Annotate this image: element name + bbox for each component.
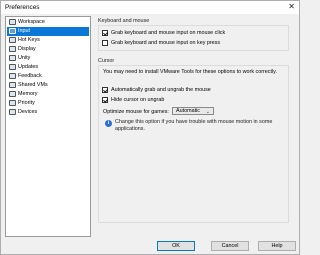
sidebar-item-hot-keys[interactable]: Hot Keys bbox=[7, 36, 89, 45]
sidebar-item-devices[interactable]: Devices bbox=[7, 108, 89, 117]
sidebar-item-label: Shared VMs bbox=[18, 82, 48, 89]
checkbox-label: Hide cursor on ungrab bbox=[111, 97, 165, 103]
sidebar-item-label: Feedback bbox=[18, 73, 42, 80]
sidebar-item-label: Devices bbox=[18, 109, 38, 116]
info-icon: i bbox=[105, 120, 112, 127]
chevron-down-icon: ⌄ bbox=[205, 108, 210, 115]
vmware-tools-message: You may need to install VMware Tools for… bbox=[103, 69, 277, 75]
help-button[interactable]: Help bbox=[258, 241, 296, 251]
priority-icon bbox=[9, 100, 16, 107]
sidebar-item-label: Display bbox=[18, 46, 36, 53]
optimize-mouse-label: Optimize mouse for games: bbox=[103, 109, 169, 115]
sidebar-item-label: Priority bbox=[18, 100, 35, 107]
shared-vms-icon bbox=[9, 82, 16, 89]
optimize-note: Change this option if you have trouble w… bbox=[115, 119, 273, 132]
updates-icon bbox=[9, 64, 16, 71]
unity-icon bbox=[9, 55, 16, 62]
checkbox-label: Grab keyboard and mouse input on key pre… bbox=[111, 40, 221, 46]
sidebar-item-priority[interactable]: Priority bbox=[7, 99, 89, 108]
checkbox-checked[interactable] bbox=[102, 87, 108, 93]
category-list[interactable]: Workspace Input Hot Keys Display Unity U… bbox=[5, 16, 91, 237]
select-value: Automatic bbox=[176, 108, 200, 114]
title-bar: Preferences ✕ bbox=[1, 1, 299, 14]
grab-on-key-checkbox[interactable]: Grab keyboard and mouse input on key pre… bbox=[102, 40, 220, 46]
hide-cursor-checkbox[interactable]: Hide cursor on ungrab bbox=[102, 97, 164, 103]
sidebar-item-updates[interactable]: Updates bbox=[7, 63, 89, 72]
sidebar-item-label: Memory bbox=[18, 91, 38, 98]
sidebar-item-feedback[interactable]: Feedback bbox=[7, 72, 89, 81]
workspace-icon bbox=[9, 19, 16, 26]
window-title: Preferences bbox=[5, 4, 40, 11]
memory-icon bbox=[9, 91, 16, 98]
checkbox-label: Grab keyboard and mouse input on mouse c… bbox=[111, 30, 226, 36]
optimize-mouse-select[interactable]: Automatic ⌄ bbox=[172, 107, 214, 115]
sidebar-item-label: Unity bbox=[18, 55, 31, 62]
hotkeys-icon bbox=[9, 37, 16, 44]
keyboard-mouse-group bbox=[98, 25, 289, 51]
sidebar-item-memory[interactable]: Memory bbox=[7, 90, 89, 99]
sidebar-item-display[interactable]: Display bbox=[7, 45, 89, 54]
keyboard-mouse-heading: Keyboard and mouse bbox=[98, 18, 150, 24]
checkbox-checked[interactable] bbox=[102, 97, 108, 103]
ok-button[interactable]: OK bbox=[157, 241, 195, 251]
sidebar-item-label: Updates bbox=[18, 64, 39, 71]
sidebar-item-label: Input bbox=[18, 28, 30, 35]
sidebar-item-unity[interactable]: Unity bbox=[7, 54, 89, 63]
preferences-dialog: Preferences ✕ Workspace Input Hot Keys D… bbox=[0, 0, 300, 255]
sidebar-item-label: Hot Keys bbox=[18, 37, 40, 44]
auto-grab-checkbox[interactable]: Automatically grab and ungrab the mouse bbox=[102, 87, 211, 93]
display-icon bbox=[9, 46, 16, 53]
sidebar-item-input[interactable]: Input bbox=[7, 27, 89, 36]
sidebar-item-workspace[interactable]: Workspace bbox=[7, 18, 89, 27]
grab-on-click-checkbox[interactable]: Grab keyboard and mouse input on mouse c… bbox=[102, 30, 225, 36]
sidebar-item-shared-vms[interactable]: Shared VMs bbox=[7, 81, 89, 90]
devices-icon bbox=[9, 109, 16, 116]
checkbox-unchecked[interactable] bbox=[102, 40, 108, 46]
cursor-heading: Cursor bbox=[98, 58, 115, 64]
checkbox-checked[interactable] bbox=[102, 30, 108, 36]
close-icon[interactable]: ✕ bbox=[288, 2, 295, 11]
checkbox-label: Automatically grab and ungrab the mouse bbox=[111, 87, 211, 93]
keyboard-icon bbox=[9, 28, 16, 35]
sidebar-item-label: Workspace bbox=[18, 19, 45, 26]
feedback-icon bbox=[9, 73, 16, 80]
cancel-button[interactable]: Cancel bbox=[211, 241, 249, 251]
